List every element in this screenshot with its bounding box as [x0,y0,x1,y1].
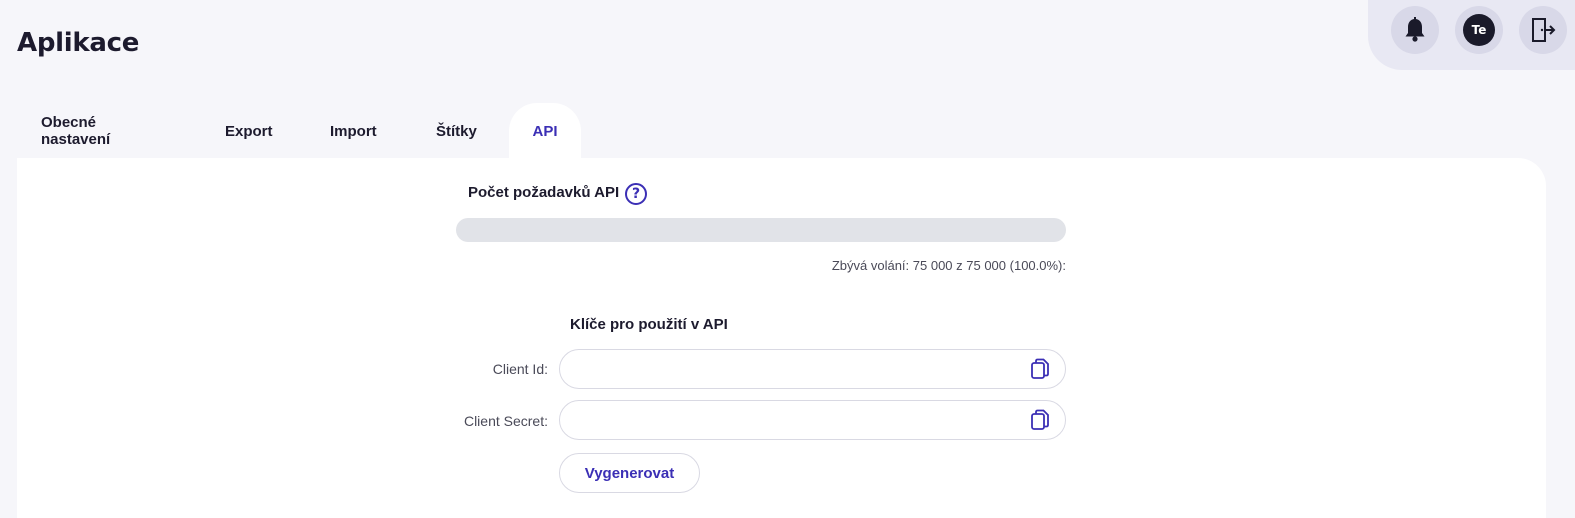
help-icon[interactable]: ? [625,183,647,205]
client-secret-label: Client Secret: [463,413,548,429]
tab-labels[interactable]: Štítky [403,103,509,159]
client-secret-field-wrapper [559,400,1066,440]
client-secret-input[interactable] [576,401,1026,439]
notifications-button[interactable] [1391,6,1439,54]
bell-icon [1405,17,1425,42]
logout-button[interactable] [1519,6,1567,54]
avatar: Te [1463,14,1495,46]
tab-api[interactable]: API [509,103,581,159]
api-usage-progress-bar [456,218,1066,242]
client-id-input[interactable] [576,350,1026,388]
api-keys-title: Klíče pro použití v API [570,316,728,333]
tab-export[interactable]: Export [190,103,297,159]
page-title: Aplikace [17,28,140,58]
tab-general[interactable]: Obecné nastavení [17,103,190,159]
user-menu-button[interactable]: Te [1455,6,1503,54]
client-id-label: Client Id: [492,361,548,377]
api-usage-text: Zbývá volání: 75 000 z 75 000 (100.0%): [831,258,1066,273]
copy-client-secret-icon[interactable] [1029,409,1051,431]
generate-keys-button[interactable]: Vygenerovat [559,453,700,493]
copy-client-id-icon[interactable] [1029,358,1051,380]
api-settings-panel: Počet požadavků API ? Zbývá volání: 75 0… [17,158,1546,518]
client-id-field-wrapper [559,349,1066,389]
settings-tabs: Obecné nastavení Export Import Štítky AP… [17,103,581,159]
top-actions-bar: Te [1368,0,1575,70]
tab-import[interactable]: Import [297,103,403,159]
api-requests-label: Počet požadavků API [468,184,620,201]
logout-icon [1532,18,1556,42]
